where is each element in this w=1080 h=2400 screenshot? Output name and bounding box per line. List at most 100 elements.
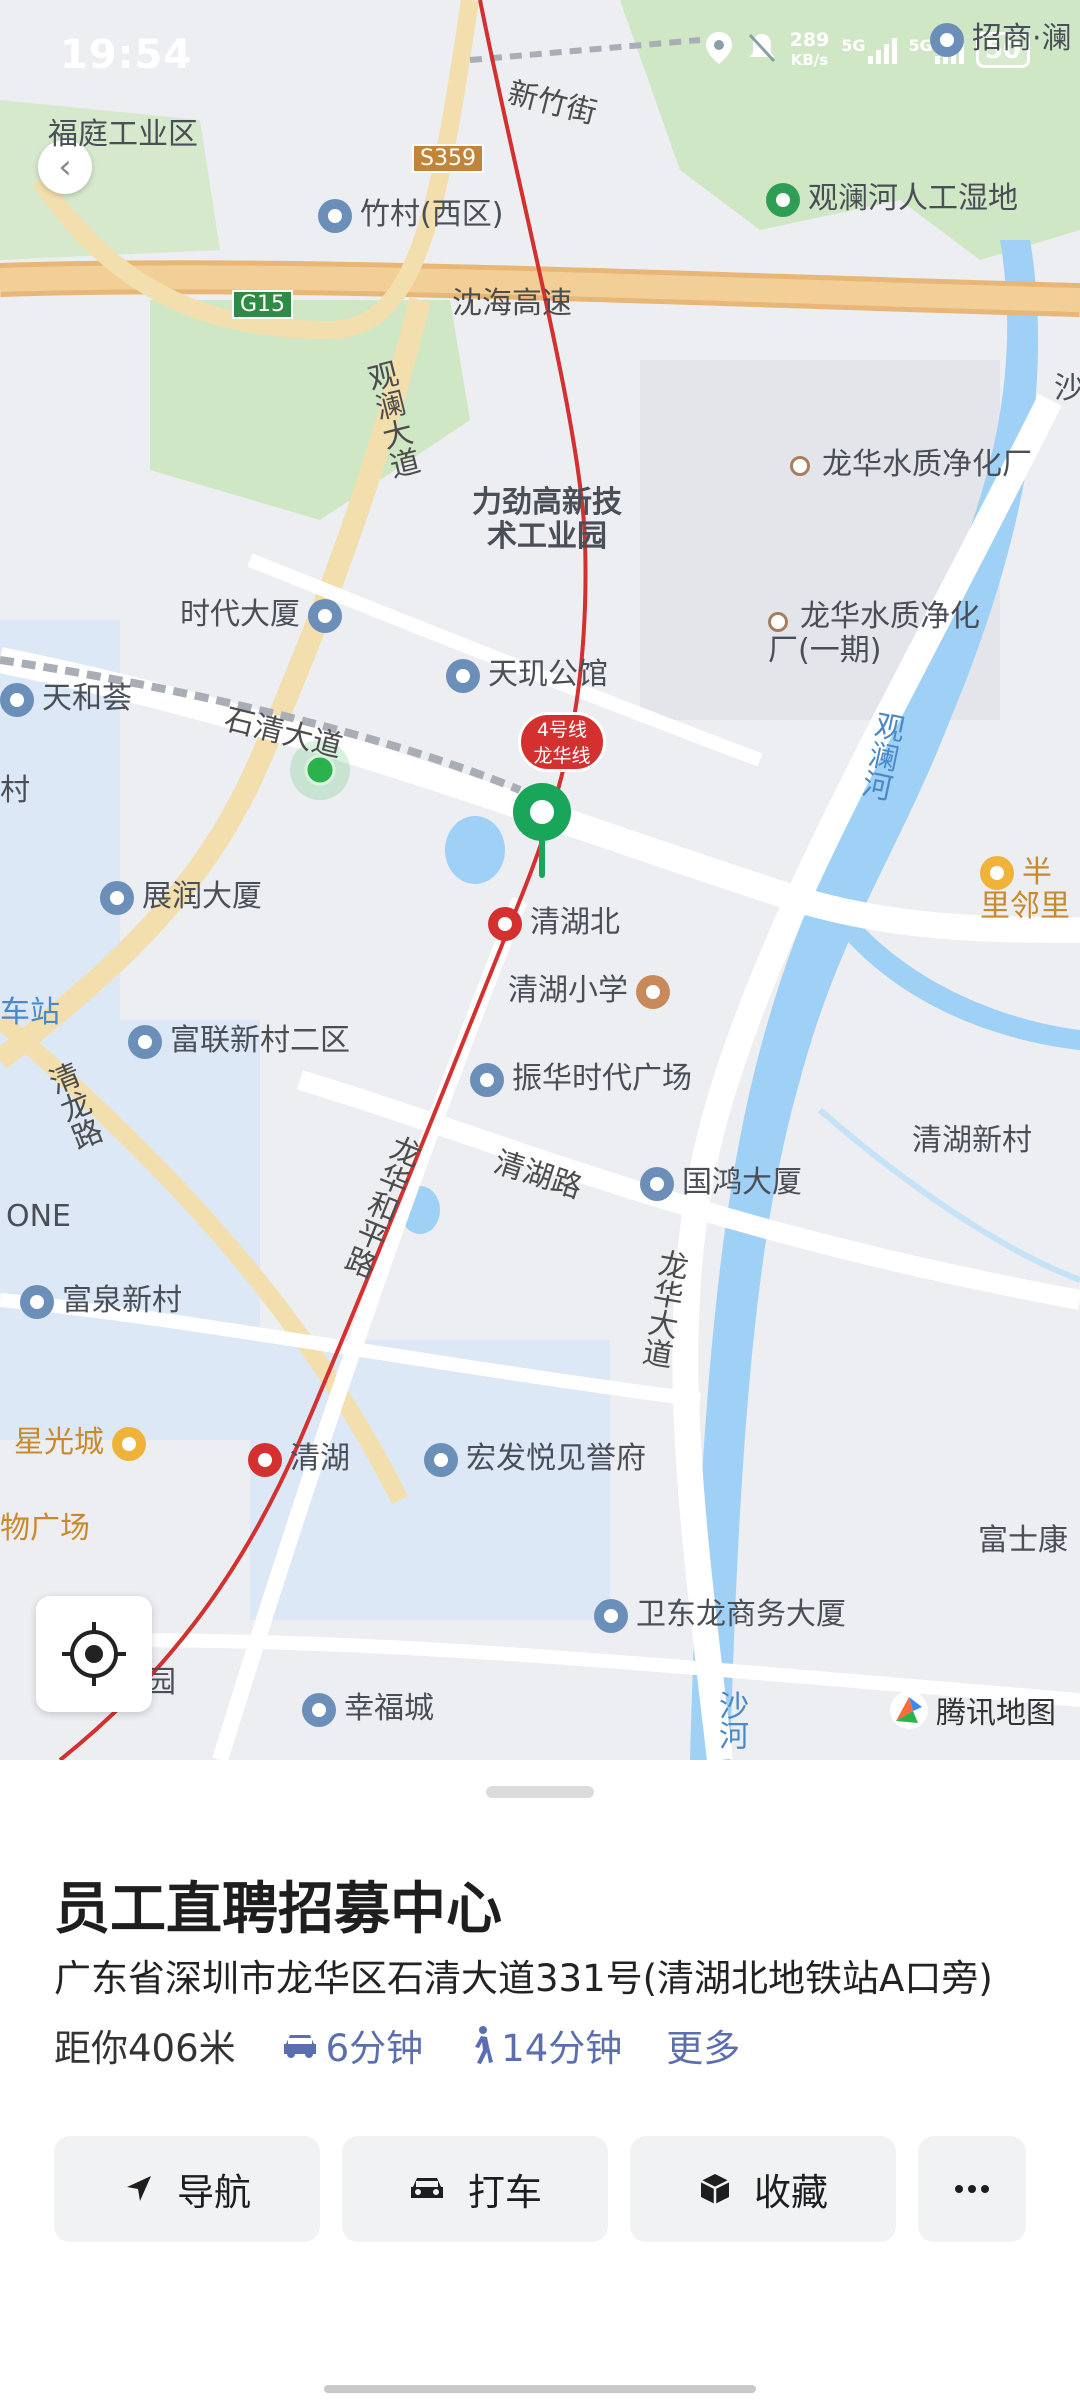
place-zhaoshang[interactable]: 招商·澜 bbox=[930, 22, 1072, 57]
taxi-icon bbox=[411, 2178, 443, 2198]
car-icon bbox=[283, 2035, 316, 2058]
place-qinghu-school-label: 清湖小学 bbox=[508, 973, 628, 1008]
road-label-shenhai: 沈海高速 bbox=[452, 286, 572, 321]
building-icon bbox=[128, 1024, 162, 1059]
place-xingfu[interactable]: 幸福城 bbox=[302, 1692, 434, 1727]
road-shield-s359: S359 bbox=[412, 144, 484, 173]
place-plant1-label: 龙华水质净化厂 bbox=[822, 447, 1032, 482]
location-icon bbox=[704, 30, 734, 70]
place-qinghu-station[interactable]: 清湖 bbox=[248, 1442, 350, 1477]
more-link[interactable]: 更多 bbox=[666, 2018, 740, 2072]
place-mall[interactable]: 物广场 bbox=[0, 1512, 90, 1546]
place-futing[interactable]: 福庭工业区 bbox=[48, 118, 198, 152]
more-icon bbox=[955, 2185, 989, 2193]
place-banli[interactable]: 半里邻里 bbox=[980, 856, 1080, 924]
poi-ring-icon bbox=[790, 455, 810, 476]
tencent-map-logo-icon bbox=[890, 1691, 928, 1729]
building-icon bbox=[308, 598, 342, 633]
place-zhaoshang-label: 招商·澜 bbox=[972, 21, 1072, 56]
place-fulian[interactable]: 富联新村二区 bbox=[128, 1024, 350, 1059]
place-wetland-label: 观澜河人工湿地 bbox=[808, 181, 1018, 216]
poi-ring-icon bbox=[768, 612, 788, 632]
building-icon bbox=[470, 1062, 504, 1097]
place-wudong[interactable]: 卫东龙商务大厦 bbox=[594, 1598, 846, 1633]
home-indicator[interactable] bbox=[324, 2385, 756, 2393]
place-tianhe[interactable]: 天和荟 bbox=[0, 682, 132, 717]
metro-icon bbox=[248, 1442, 282, 1477]
metro-icon bbox=[488, 906, 522, 941]
place-guohong[interactable]: 国鸿大厦 bbox=[640, 1166, 802, 1201]
net-speed-unit: KB/s bbox=[790, 51, 829, 69]
place-plant1[interactable]: 龙华水质净化厂 bbox=[790, 448, 1032, 482]
drive-time-label: 6分钟 bbox=[325, 2027, 424, 2070]
locate-me-button[interactable] bbox=[36, 1596, 152, 1712]
destination-pin-icon[interactable] bbox=[510, 780, 574, 894]
shopping-icon bbox=[980, 856, 1014, 890]
place-qinghubei-label: 清湖北 bbox=[530, 905, 620, 940]
place-station-frag[interactable]: 车站 bbox=[0, 996, 60, 1030]
metro-line-badge[interactable]: 4号线 龙华线 bbox=[518, 712, 606, 772]
more-actions-button[interactable] bbox=[918, 2136, 1026, 2242]
place-tianji-label: 天玑公馆 bbox=[488, 657, 608, 692]
place-plant2-label: 龙华水质净化厂(一期) bbox=[768, 599, 980, 668]
taxi-button[interactable]: 打车 bbox=[342, 2136, 608, 2242]
map-view[interactable]: 19:54 289 KB/s 5G 5G 50 ‹ 新竹街 S359 G15 沈… bbox=[0, 0, 1080, 1760]
place-xingguang[interactable]: 星光城 bbox=[14, 1426, 154, 1461]
place-fulian-label: 富联新村二区 bbox=[170, 1023, 350, 1058]
place-zhucun[interactable]: 竹村(西区) bbox=[318, 198, 503, 233]
place-sha-frag[interactable]: 沙 bbox=[1054, 372, 1080, 406]
place-qinghubei-station[interactable]: 清湖北 bbox=[488, 906, 620, 941]
place-liquid[interactable]: 力劲高新技术工业园 bbox=[462, 486, 632, 554]
box-icon bbox=[700, 2174, 730, 2204]
signal-sim1: 5G bbox=[841, 36, 897, 64]
shopping-icon bbox=[112, 1426, 146, 1461]
status-time: 19:54 bbox=[60, 32, 193, 78]
brand-label: 腾讯地图 bbox=[936, 1696, 1056, 1731]
sheet-drag-handle[interactable] bbox=[486, 1786, 594, 1798]
place-meta: 距你406米 6分钟 14分钟 更多 bbox=[54, 2018, 740, 2072]
place-address: 广东省深圳市龙华区石清大道331号(清湖北地铁站A口旁) bbox=[54, 1957, 993, 2000]
navigation-arrow-icon bbox=[127, 2176, 151, 2201]
building-icon bbox=[302, 1692, 336, 1727]
place-tianhe-label: 天和荟 bbox=[42, 681, 132, 716]
net-speed-value: 289 bbox=[789, 29, 830, 51]
building-icon bbox=[318, 198, 352, 233]
navigate-label: 导航 bbox=[177, 2171, 251, 2214]
place-shidai[interactable]: 时代大厦 bbox=[180, 598, 350, 633]
place-plant2[interactable]: 龙华水质净化厂(一期) bbox=[768, 600, 1008, 668]
place-cun-frag[interactable]: 村 bbox=[0, 774, 30, 808]
place-zhanrun-label: 展润大厦 bbox=[142, 879, 262, 914]
place-hongfa[interactable]: 宏发悦见誉府 bbox=[424, 1442, 646, 1477]
metro-line-name: 龙华线 bbox=[533, 745, 591, 767]
place-fushikang[interactable]: 富士康 bbox=[978, 1524, 1068, 1558]
drive-time[interactable]: 6分钟 bbox=[280, 2018, 424, 2072]
place-one[interactable]: ONE bbox=[6, 1200, 71, 1234]
building-icon bbox=[640, 1166, 674, 1201]
place-xingfu-label: 幸福城 bbox=[344, 1691, 434, 1726]
mute-bell-icon bbox=[746, 31, 778, 69]
building-icon bbox=[446, 658, 480, 693]
walking-icon bbox=[475, 2026, 494, 2064]
place-qinghu-school[interactable]: 清湖小学 bbox=[508, 974, 678, 1009]
chevron-left-icon: ‹ bbox=[58, 147, 72, 187]
walk-time[interactable]: 14分钟 bbox=[467, 2018, 622, 2072]
net-speed: 289 KB/s bbox=[790, 30, 830, 70]
place-tianji[interactable]: 天玑公馆 bbox=[446, 658, 608, 693]
place-zhenhua[interactable]: 振华时代广场 bbox=[470, 1062, 692, 1097]
sim1-label: 5G bbox=[841, 36, 866, 55]
road-shield-g15: G15 bbox=[232, 290, 294, 319]
place-card bbox=[0, 1760, 1080, 2400]
place-wetland[interactable]: 观澜河人工湿地 bbox=[766, 182, 1018, 217]
place-shidai-label: 时代大厦 bbox=[180, 597, 300, 632]
place-zhanrun[interactable]: 展润大厦 bbox=[100, 880, 262, 915]
walk-time-label: 14分钟 bbox=[501, 2027, 623, 2070]
place-fuquan[interactable]: 富泉新村 bbox=[20, 1284, 182, 1319]
map-brand: 腾讯地图 bbox=[888, 1688, 1056, 1732]
distance-text: 距你406米 bbox=[54, 2027, 236, 2070]
crosshair-icon bbox=[62, 1622, 126, 1686]
place-fuquan-label: 富泉新村 bbox=[62, 1283, 182, 1318]
favorite-button[interactable]: 收藏 bbox=[630, 2136, 896, 2242]
building-icon bbox=[424, 1442, 458, 1477]
navigate-button[interactable]: 导航 bbox=[54, 2136, 320, 2242]
place-qinghu-village[interactable]: 清湖新村 bbox=[912, 1124, 1032, 1158]
